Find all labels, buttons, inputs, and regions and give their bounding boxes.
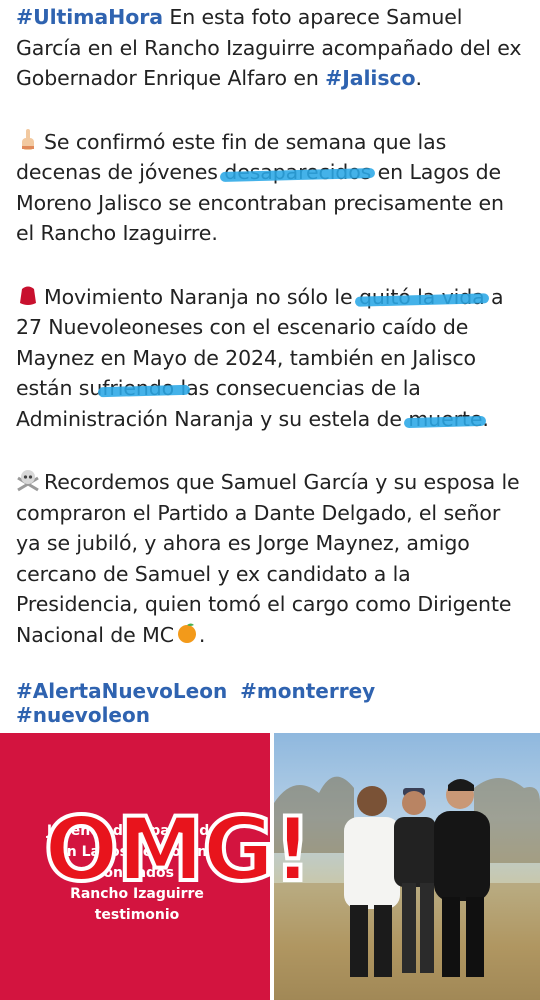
post-paragraph-3: Movimiento Naranja no sólo le quitó la v… xyxy=(16,282,526,435)
hashtag-alertanuevoleon[interactable]: #AlertaNuevoLeon xyxy=(16,679,227,703)
pointing-finger-icon xyxy=(22,128,34,150)
paragraph-text: Movimiento Naranja no sólo le xyxy=(44,284,359,309)
post-body: #UltimaHora En esta foto aparece Samuel … xyxy=(0,0,540,733)
post-paragraph-1: #UltimaHora En esta foto aparece Samuel … xyxy=(16,2,526,94)
scribbled-word: friendo l xyxy=(98,376,191,400)
scribbled-word: quitó la vida xyxy=(354,285,489,309)
red-drop-icon xyxy=(20,286,36,305)
post-paragraph-4: Recordemos que Samuel García y su esposa… xyxy=(16,467,526,650)
hashtag-monterrey[interactable]: #monterrey xyxy=(240,679,375,703)
hashtag-nuevoleon[interactable]: #nuevoleon xyxy=(16,703,150,727)
paragraph-text: . xyxy=(198,622,206,647)
post-paragraph-2: Se confirmó este fin de semana que las d… xyxy=(16,127,526,249)
scribbled-word: desaparecidos xyxy=(220,160,376,184)
skull-crossbones-icon xyxy=(17,470,39,492)
scribbled-word: muerte xyxy=(404,407,487,431)
omg-overlay-text: OMG! xyxy=(42,798,315,901)
caption-line: testimonio xyxy=(94,907,180,923)
scribble-mark xyxy=(404,415,487,428)
hashtag-jalisco[interactable]: #Jalisco xyxy=(325,66,415,90)
hashtag-row: #AlertaNuevoLeon #monterrey #nuevoleon xyxy=(16,679,526,727)
paragraph-text: Recordemos que Samuel García y su esposa… xyxy=(16,470,520,647)
orange-icon xyxy=(177,623,196,643)
hashtag-ultimahora[interactable]: #UltimaHora xyxy=(16,5,163,29)
paragraph-text: . xyxy=(415,66,422,90)
